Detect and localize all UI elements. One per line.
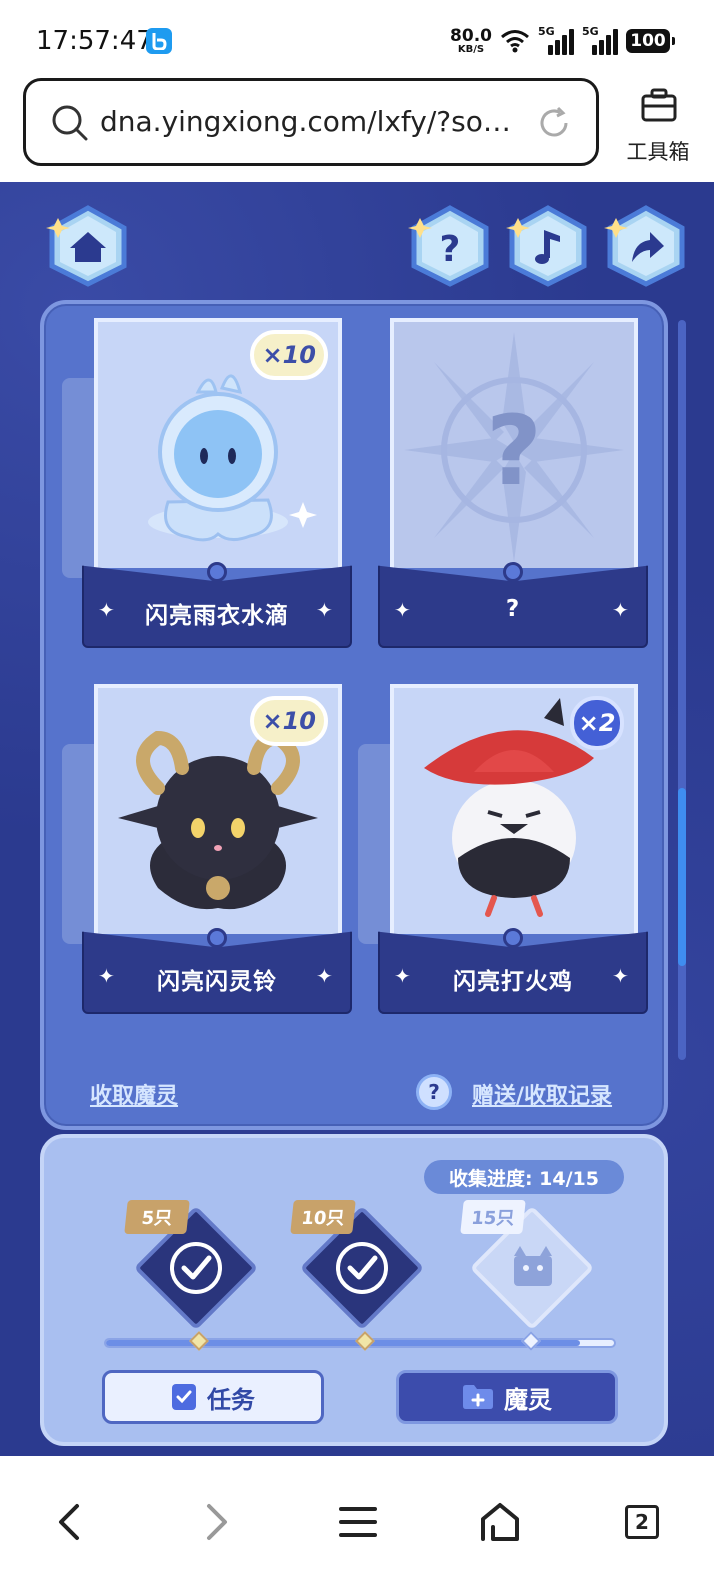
battery-indicator: 100 (626, 29, 675, 53)
search-icon (52, 105, 88, 141)
milestone-label: 15只 (460, 1200, 526, 1234)
net-speed: 80.0 KB/S (450, 25, 492, 55)
chevron-left-icon (59, 1504, 79, 1540)
reload-icon[interactable] (536, 105, 572, 141)
card-count-badge: ×10 (250, 696, 328, 746)
question-icon: ? (408, 205, 489, 287)
progress-panel: 收集进度: 14/15 5只 10只 15只 任务 魔灵 (40, 1134, 668, 1446)
card-art: ? (390, 318, 638, 568)
tab-count: 2 (625, 1505, 659, 1539)
home-outline-icon (481, 1503, 519, 1541)
game-view: ? ×10 ✦ 闪亮雨衣水滴 ✦ ? ✦ ? ✦ ×10 ✦ 闪亮闪灵铃 ✦ ×… (0, 182, 714, 1456)
check-icon (336, 1242, 388, 1294)
svg-text:?: ? (486, 395, 542, 507)
document-check-icon (172, 1384, 196, 1410)
check-icon (170, 1242, 222, 1294)
back-button[interactable] (38, 1490, 102, 1554)
toolbox-button[interactable]: 工具箱 (618, 86, 698, 166)
plate-dot (207, 928, 227, 948)
address-bar[interactable]: dna.yingxiong.com/lxfy/?sourc... (23, 78, 599, 166)
sparkle-icon: ✦ (612, 598, 629, 622)
notification-app-icon (146, 28, 172, 54)
toolbox-label: 工具箱 (626, 140, 690, 164)
card-name: 闪亮打火鸡 (453, 969, 573, 995)
chevron-right-icon (207, 1504, 227, 1540)
card-count-badge: ×10 (250, 330, 328, 380)
task-button-label: 任务 (207, 1385, 255, 1414)
signal-sim1-icon: 5G (538, 25, 574, 55)
status-time: 17:57:47 (36, 26, 153, 56)
tabs-button[interactable]: 2 (610, 1490, 674, 1554)
home-nav-button[interactable] (468, 1490, 532, 1554)
card-art: ×10 (94, 318, 342, 568)
card-spirit-bell[interactable]: ×10 ✦ 闪亮闪灵铃 ✦ (62, 684, 352, 1016)
milestone-label: 5只 (124, 1200, 190, 1234)
card-count-badge: ×2 (570, 696, 624, 750)
milestone-10[interactable]: 10只 (290, 1200, 425, 1331)
sparkle-icon: ✦ (394, 964, 411, 988)
collection-panel: ×10 ✦ 闪亮雨衣水滴 ✦ ? ✦ ? ✦ ×10 ✦ 闪亮闪灵铃 ✦ ×2 … (40, 300, 668, 1130)
spirit-button-label: 魔灵 (504, 1385, 552, 1414)
sparkle-icon: ✦ (98, 964, 115, 988)
home-icon (46, 205, 127, 287)
card-name: 闪亮闪灵铃 (157, 969, 277, 995)
url-text[interactable]: dna.yingxiong.com/lxfy/?sourc... (100, 105, 520, 138)
hamburger-menu-icon (339, 1507, 377, 1537)
share-arrow-icon (604, 205, 685, 287)
sparkle-icon: ✦ (316, 964, 333, 988)
music-button[interactable] (506, 204, 590, 288)
menu-button[interactable] (326, 1490, 390, 1554)
plate-dot (503, 562, 523, 582)
music-note-icon (506, 205, 587, 287)
sparkle-icon: ✦ (98, 598, 115, 622)
card-unknown[interactable]: ? ✦ ? ✦ (378, 318, 648, 650)
card-art: ×10 (94, 684, 342, 934)
sparkle-icon: ✦ (612, 964, 629, 988)
progress-fill (106, 1340, 581, 1346)
info-question-icon[interactable]: ? (416, 1074, 452, 1110)
home-button[interactable] (46, 204, 130, 288)
milestone-label: 10只 (290, 1200, 356, 1234)
status-bar: 17:57:47 80.0 KB/S 5G 5G 100 (0, 0, 720, 80)
task-button[interactable]: 任务 (102, 1370, 324, 1424)
gift-records-link[interactable]: 赠送/收取记录 (472, 1078, 612, 1110)
scroll-thumb[interactable] (678, 788, 686, 966)
card-art: ×2 (390, 684, 638, 934)
svg-text:?: ? (440, 229, 461, 270)
signal-sim2-icon: 5G (582, 25, 618, 55)
forward-button[interactable] (184, 1490, 248, 1554)
share-button[interactable] (604, 204, 688, 288)
spirit-button[interactable]: 魔灵 (396, 1370, 618, 1424)
unknown-silhouette-icon: ? (404, 332, 624, 562)
help-button[interactable]: ? (408, 204, 492, 288)
sparkle-icon: ✦ (316, 598, 333, 622)
sparkle-icon: ✦ (394, 598, 411, 622)
milestone-5[interactable]: 5只 (124, 1200, 259, 1331)
card-name: 闪亮雨衣水滴 (145, 603, 289, 629)
toolbox-icon (641, 88, 677, 122)
reward-box-icon (514, 1246, 552, 1286)
collect-spirits-link[interactable]: 收取魔灵 (90, 1078, 178, 1110)
status-indicators: 80.0 KB/S 5G 5G 100 (450, 24, 675, 58)
plate-dot (207, 562, 227, 582)
folder-add-icon (463, 1385, 493, 1409)
plate-dot (503, 928, 523, 948)
browser-bottom-nav: 2 (0, 1456, 720, 1584)
milestone-15[interactable]: 15只 (460, 1200, 595, 1331)
collection-progress: 收集进度: 14/15 (424, 1160, 624, 1194)
card-fire-chicken[interactable]: ×2 ✦ 闪亮打火鸡 ✦ (358, 684, 648, 1016)
wifi-icon (501, 30, 529, 53)
card-raincoat-droplet[interactable]: ×10 ✦ 闪亮雨衣水滴 ✦ (62, 318, 352, 650)
card-name: ? (505, 596, 521, 622)
